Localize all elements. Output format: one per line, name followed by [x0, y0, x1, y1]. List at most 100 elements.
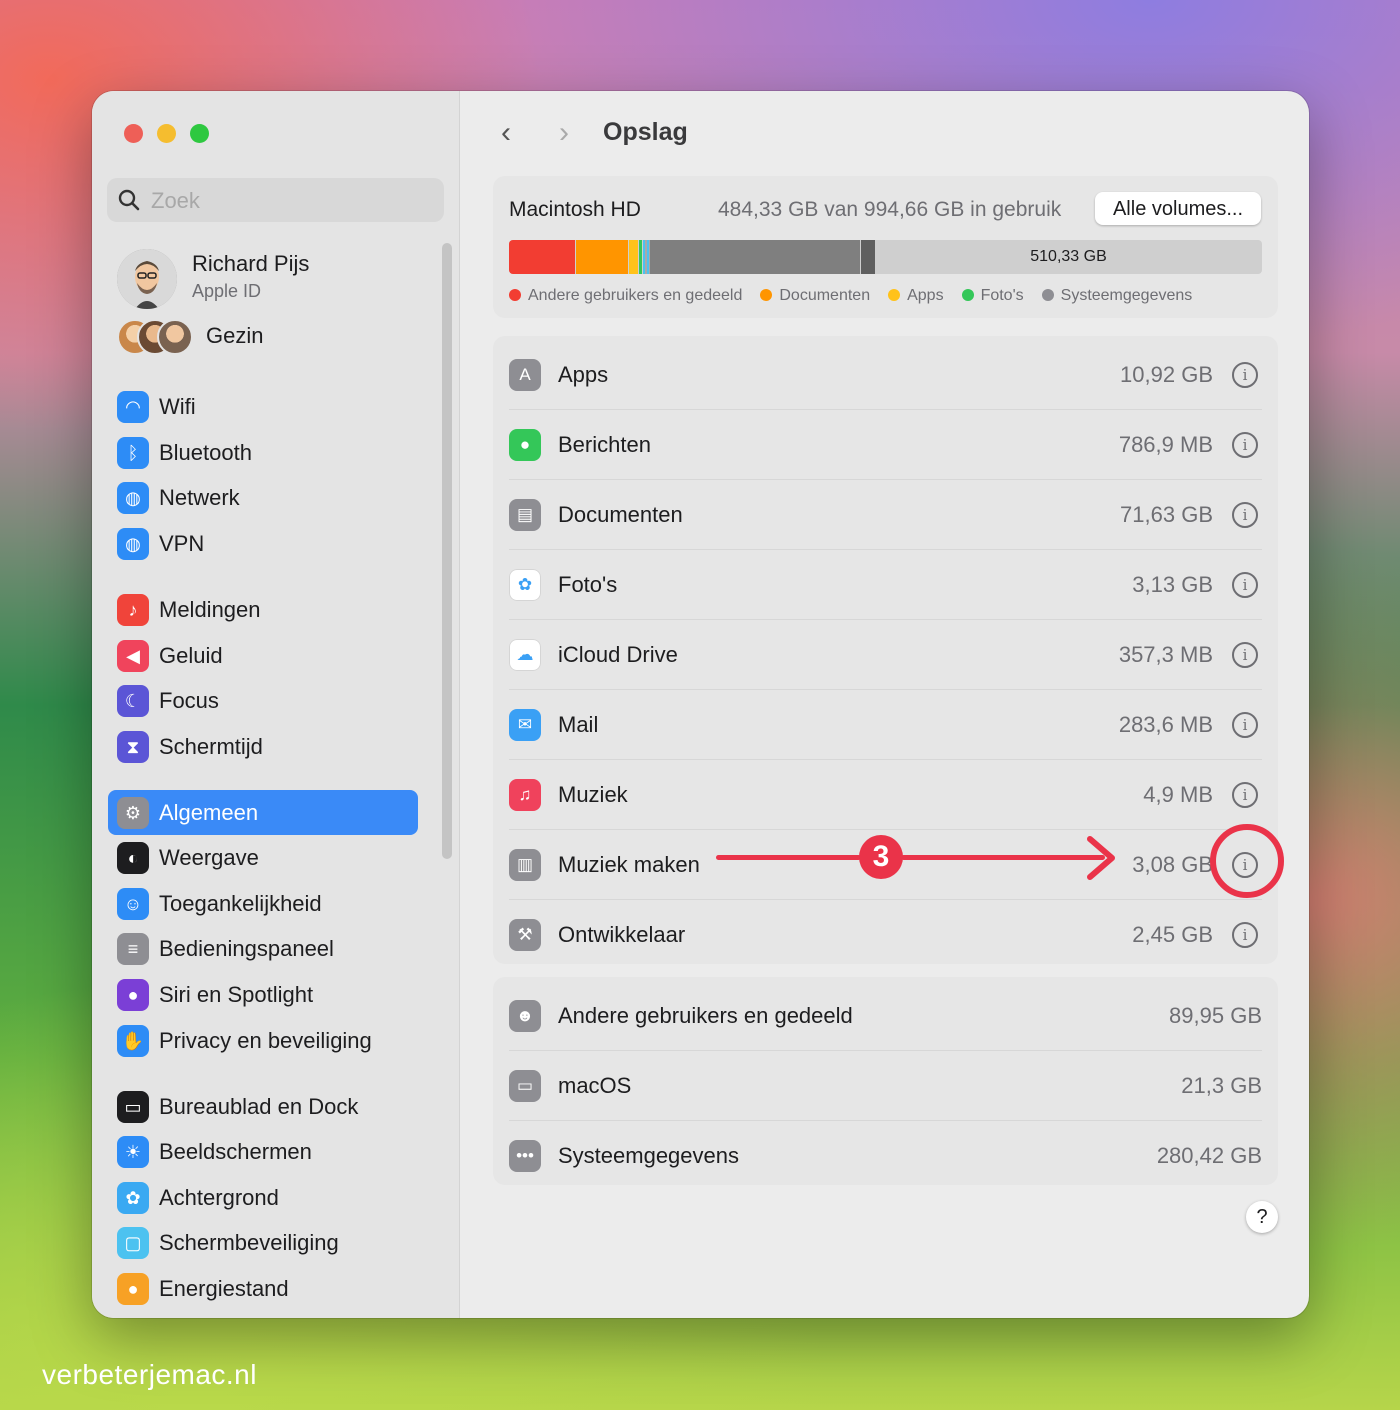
sidebar-item-label: Privacy en beveiliging	[159, 1028, 372, 1053]
storage-pane: ‹ › Opslag Macintosh HD 484,33 GB van 99…	[460, 91, 1309, 1318]
bluetooth-icon: ᛒ	[117, 437, 149, 469]
sidebar-item-meldingen[interactable]: ♪ Meldingen	[108, 587, 418, 632]
storage-row-name: iCloud Drive	[558, 642, 678, 667]
info-icon[interactable]: i	[1232, 362, 1258, 388]
moon-icon: ☾	[117, 685, 149, 717]
sidebar-item-label: Toegankelijkheid	[159, 891, 322, 916]
annotation-arrowhead	[1087, 836, 1115, 880]
back-chevron-icon[interactable]: ‹	[491, 116, 521, 150]
appearance-icon: ◐	[117, 842, 149, 874]
info-icon[interactable]: i	[1232, 502, 1258, 528]
storage-row-foto-s: ✿ Foto's 3,13 GB i	[493, 550, 1278, 620]
globe-icon: ◍	[117, 482, 149, 514]
storage-row-size: 3,08 GB	[1132, 852, 1213, 877]
sidebar-item-label: Siri en Spotlight	[159, 982, 314, 1007]
forward-chevron-icon[interactable]: ›	[549, 116, 579, 150]
mail-icon: ✉	[509, 709, 541, 741]
watermark: verbeterjemac.nl	[42, 1359, 257, 1390]
info-icon[interactable]: i	[1232, 782, 1258, 808]
minimize-window-button[interactable]	[157, 124, 176, 143]
screensaver-icon: ▢	[117, 1227, 149, 1259]
sidebar-item-schermbeveiliging[interactable]: ▢ Schermbeveiliging	[108, 1220, 418, 1265]
sidebar-item-weergave[interactable]: ◐ Weergave	[108, 835, 418, 880]
sidebar-item-energiestand[interactable]: ● Energiestand	[108, 1266, 418, 1311]
speaker-icon: ◀	[117, 640, 149, 672]
app-store-icon: A	[509, 359, 541, 391]
legend-dot	[1041, 289, 1054, 301]
wifi-icon: ◠	[117, 391, 149, 423]
flower-icon: ✿	[117, 1182, 149, 1214]
cloud-icon: ☁	[509, 639, 541, 671]
disk-usage: 484,33 GB van 994,66 GB in gebruik	[718, 198, 1062, 221]
help-button[interactable]: ?	[1246, 1201, 1278, 1233]
storage-row-size: 280,42 GB	[1156, 1143, 1262, 1168]
storage-row-name: Systeemgegevens	[558, 1143, 739, 1168]
sidebar-item-algemeen[interactable]: ⚙ Algemeen	[108, 790, 418, 835]
sidebar-item-label: Bureaublad en Dock	[159, 1094, 359, 1119]
document-icon: ▤	[509, 499, 541, 531]
photos-icon: ✿	[509, 569, 541, 601]
legend-dot	[961, 289, 974, 301]
info-icon[interactable]: i	[1232, 922, 1258, 948]
sidebar-item-vpn[interactable]: ◍ VPN	[108, 521, 418, 566]
sidebar-item-geluid[interactable]: ◀ Geluid	[108, 633, 418, 678]
all-volumes-button[interactable]: Alle volumes...	[1095, 192, 1261, 225]
storage-row-name: macOS	[558, 1073, 632, 1098]
apple-id-profile[interactable]: Richard Pijs Apple ID	[117, 249, 437, 309]
sidebar-item-beeldschermen[interactable]: ☀ Beeldschermen	[108, 1129, 418, 1174]
storage-row-name: Documenten	[558, 502, 683, 527]
legend-dot	[760, 289, 773, 301]
family-item[interactable]: Gezin	[117, 319, 437, 355]
sidebar-item-bluetooth[interactable]: ᛒ Bluetooth	[108, 430, 418, 475]
family-avatar	[157, 319, 193, 355]
gear-icon: ⚙	[117, 797, 149, 829]
control-center-icon: ≡	[117, 933, 149, 965]
annotation-line-left	[716, 855, 861, 860]
bar-free-space: 510,33 GB	[1030, 248, 1107, 265]
sidebar-item-label: Bedieningspaneel	[159, 936, 334, 961]
close-window-button[interactable]	[124, 124, 143, 143]
sidebar-item-wifi[interactable]: ◠ Wifi	[108, 384, 418, 429]
storage-usage-bar: 510,33 GB	[509, 240, 1262, 274]
sidebar-item-bureaublad-en-dock[interactable]: ▭ Bureaublad en Dock	[108, 1084, 418, 1129]
search-field[interactable]	[107, 178, 444, 224]
info-icon[interactable]: i	[1232, 572, 1258, 598]
legend-label: Andere gebruikers en gedeeld	[528, 287, 743, 304]
info-icon[interactable]: i	[1232, 642, 1258, 668]
music-icon: ♫	[509, 779, 541, 811]
avatar	[117, 249, 177, 309]
family-label: Gezin	[206, 323, 264, 348]
sidebar-item-focus[interactable]: ☾ Focus	[108, 678, 418, 723]
storage-row-size: 71,63 GB	[1120, 502, 1213, 527]
bulb-icon: ●	[117, 1273, 149, 1305]
sidebar-item-achtergrond[interactable]: ✿ Achtergrond	[108, 1175, 418, 1220]
sidebar-scrollbar[interactable]	[442, 243, 452, 859]
vpn-globe-icon: ◍	[117, 528, 149, 560]
search-input[interactable]	[149, 178, 433, 224]
storage-row-mail: ✉ Mail 283,6 MB i	[493, 690, 1278, 760]
sidebar-item-netwerk[interactable]: ◍ Netwerk	[108, 475, 418, 520]
sidebar-item-schermtijd[interactable]: ⧗ Schermtijd	[108, 724, 418, 769]
zoom-window-button[interactable]	[190, 124, 209, 143]
info-icon[interactable]: i	[1232, 712, 1258, 738]
sidebar-item-siri-en-spotlight[interactable]: ● Siri en Spotlight	[108, 972, 418, 1017]
storage-row-berichten: ● Berichten 786,9 MB i	[493, 410, 1278, 480]
ellipsis-icon: •••	[509, 1140, 541, 1172]
bar-segment-system	[650, 240, 860, 274]
info-icon[interactable]: i	[1232, 432, 1258, 458]
sun-icon: ☀	[117, 1136, 149, 1168]
legend-item: Andere gebruikers en gedeeld	[509, 287, 742, 305]
storage-row-size: 4,9 MB	[1143, 782, 1213, 807]
annotation-highlight-circle	[1210, 824, 1284, 898]
sidebar-item-bedieningspaneel[interactable]: ≡ Bedieningspaneel	[108, 926, 418, 971]
storage-row-name: Mail	[558, 712, 599, 737]
sidebar-item-privacy-en-beveiliging[interactable]: ✋ Privacy en beveiliging	[108, 1018, 418, 1063]
legend-label: Foto's	[980, 287, 1024, 304]
legend-label: Documenten	[779, 287, 871, 304]
system-storage-list: ☻ Andere gebruikers en gedeeld 89,95 GB ▭ ma…	[493, 977, 1278, 1185]
bar-segment-photos	[639, 240, 642, 274]
bar-segment-misc	[643, 240, 650, 274]
sidebar-item-toegankelijkheid[interactable]: ☺ Toegankelijkheid	[108, 881, 418, 926]
messages-icon: ●	[509, 429, 541, 461]
bell-icon: ♪	[117, 594, 149, 626]
